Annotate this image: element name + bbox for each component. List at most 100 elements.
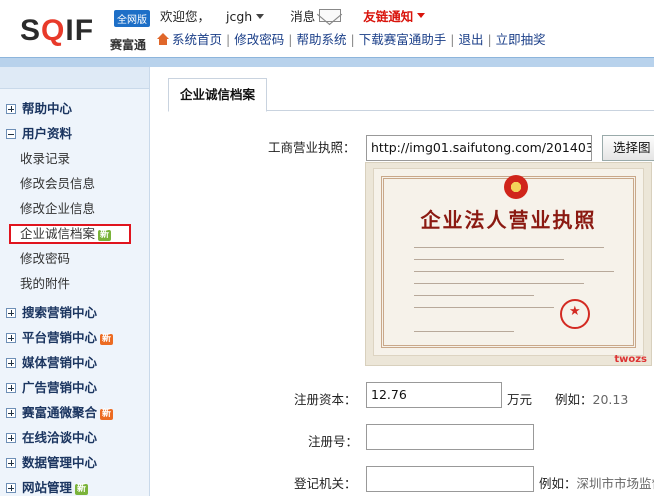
sidebar-group-label: 网站管理 (22, 480, 73, 495)
notice-label: 友链通知 (363, 9, 414, 24)
sidebar-group-data-management[interactable]: 数据管理中心 (6, 453, 97, 473)
sidebar-group-label: 数据管理中心 (22, 455, 98, 470)
tab-credit-archive[interactable]: 企业诚信档案 (168, 78, 268, 112)
license-border (381, 176, 636, 348)
sidebar-group-label: 广告营销中心 (22, 380, 98, 395)
sidebar-group-ad-marketing[interactable]: 广告营销中心 (6, 378, 97, 398)
nav-separator: | (350, 32, 355, 47)
sidebar-group-platform-marketing[interactable]: 平台营销中心新 (6, 328, 114, 348)
license-title: 企业法人营业执照 (420, 208, 597, 232)
mail-icon (319, 9, 342, 22)
capital-label: 注册资本： (294, 392, 357, 407)
sidebar-group-label: 用户资料 (22, 126, 73, 141)
user-bar: 欢迎您， jcgh 消息 友链通知 (160, 6, 426, 25)
sidebar-group-label: 在线洽谈中心 (22, 430, 98, 445)
national-emblem (504, 175, 528, 199)
nav-help[interactable]: 帮助系统 (296, 32, 346, 47)
sidebar-group-user-profile[interactable]: 用户资料 (6, 124, 72, 144)
main-content: 企业诚信档案 工商营业执照： http://img01.saifutong.co… (150, 67, 654, 496)
logo-subtitle: 赛富通 (110, 38, 147, 52)
header: SQIF 赛富通 全网版 欢迎您， jcgh 消息 友链通知 系统首页 | 修改密码… (0, 0, 654, 57)
edition-badge: 全网版 (114, 10, 150, 27)
logo[interactable]: SQIF 赛富通 全网版 (20, 10, 150, 52)
friend-link-notice[interactable]: 友链通知 (363, 6, 426, 25)
header-divider-band (0, 57, 654, 67)
expand-icon (6, 408, 16, 418)
sidebar-group-micro-aggregation[interactable]: 赛富通微聚合新 (6, 403, 114, 423)
license-image: 企业法人营业执照 twozs (365, 162, 652, 366)
sidebar-group-label: 帮助中心 (22, 101, 73, 116)
sidebar-group-online-chat[interactable]: 在线洽谈中心 (6, 428, 97, 448)
choose-image-button[interactable]: 选择图 (602, 135, 654, 161)
sidebar-group-site-management[interactable]: 网站管理新 (6, 478, 89, 496)
sidebar-group-search-marketing[interactable]: 搜索营销中心 (6, 303, 97, 323)
license-text-line (414, 271, 614, 272)
license-text-line (414, 259, 564, 260)
image-watermark: twozs (614, 354, 647, 365)
expand-icon (6, 458, 16, 468)
capital-input[interactable]: 12.76 (366, 382, 502, 408)
nav-change-password[interactable]: 修改密码 (234, 32, 284, 47)
app-root: SQIF 赛富通 全网版 欢迎您， jcgh 消息 友链通知 系统首页 | 修改密码… (0, 0, 654, 496)
home-icon (156, 33, 170, 46)
license-url-input[interactable]: http://img01.saifutong.com/20140321/2 (366, 135, 592, 161)
license-text-line (414, 295, 534, 296)
license-text-line (414, 247, 604, 248)
license-text-line (414, 331, 514, 332)
collapse-icon (6, 129, 16, 139)
sidebar-item-label: 企业诚信档案 (20, 226, 96, 241)
nav-logout[interactable]: 退出 (458, 32, 483, 47)
authority-example: 例如：深圳市市场监督 (539, 473, 654, 492)
example-label: 例如： (539, 476, 577, 491)
chevron-down-icon (256, 13, 265, 19)
sidebar-item-change-password[interactable]: 修改密码 (20, 249, 70, 269)
sidebar-item-credit-archive[interactable]: 企业诚信档案新 (9, 224, 131, 244)
regno-label: 注册号： (308, 434, 359, 449)
new-badge: 新 (100, 409, 114, 420)
license-text-line (414, 283, 584, 284)
sidebar-item-index-records[interactable]: 收录记录 (20, 149, 70, 169)
new-badge: 新 (75, 484, 89, 495)
expand-icon (6, 104, 16, 114)
welcome-text: 欢迎您， (160, 9, 211, 24)
sidebar-group-help[interactable]: 帮助中心 (6, 99, 72, 119)
license-paper: 企业法人营业执照 (374, 169, 643, 355)
expand-icon (6, 433, 16, 443)
regno-input[interactable] (366, 424, 534, 450)
authority-input[interactable] (366, 466, 534, 492)
license-text-line (414, 307, 554, 308)
expand-icon (6, 383, 16, 393)
red-seal-icon (560, 299, 590, 329)
nav-home[interactable]: 系统首页 (172, 32, 222, 47)
username-menu[interactable]: jcgh (226, 8, 265, 24)
capital-unit: 万元 (507, 392, 533, 407)
expand-icon (6, 483, 16, 493)
expand-icon (6, 358, 16, 368)
authority-label: 登记机关： (294, 476, 357, 491)
nav-separator: | (226, 32, 231, 47)
sidebar-group-label: 搜索营销中心 (22, 305, 98, 320)
nav-separator: | (487, 32, 492, 47)
expand-icon (6, 333, 16, 343)
sidebar-top-strip (0, 67, 149, 89)
sidebar-item-edit-member[interactable]: 修改会员信息 (20, 174, 95, 194)
tab-strip: 企业诚信档案 (168, 78, 654, 112)
sidebar: 帮助中心 用户资料 收录记录 修改会员信息 修改企业信息 企业诚信档案新 修改密… (0, 67, 150, 496)
sidebar-group-media-marketing[interactable]: 媒体营销中心 (6, 353, 97, 373)
nav-lottery[interactable]: 立即抽奖 (496, 32, 546, 47)
nav-separator: | (288, 32, 293, 47)
new-badge: 新 (98, 230, 112, 241)
sidebar-group-label: 赛富通微聚合 (22, 405, 98, 420)
nav-download-assistant[interactable]: 下载赛富通助手 (359, 32, 447, 47)
messages-label: 消息 (290, 9, 316, 24)
example-value: 深圳市市场监督 (576, 476, 654, 491)
new-badge: 新 (100, 334, 114, 345)
sidebar-item-edit-company[interactable]: 修改企业信息 (20, 199, 95, 219)
expand-icon (6, 308, 16, 318)
nav-separator: | (450, 32, 455, 47)
example-label: 例如： (555, 392, 593, 407)
sidebar-group-label: 媒体营销中心 (22, 355, 98, 370)
chevron-down-icon (417, 13, 426, 18)
sidebar-item-my-attachments[interactable]: 我的附件 (20, 274, 70, 294)
messages-menu[interactable]: 消息 (290, 6, 342, 25)
